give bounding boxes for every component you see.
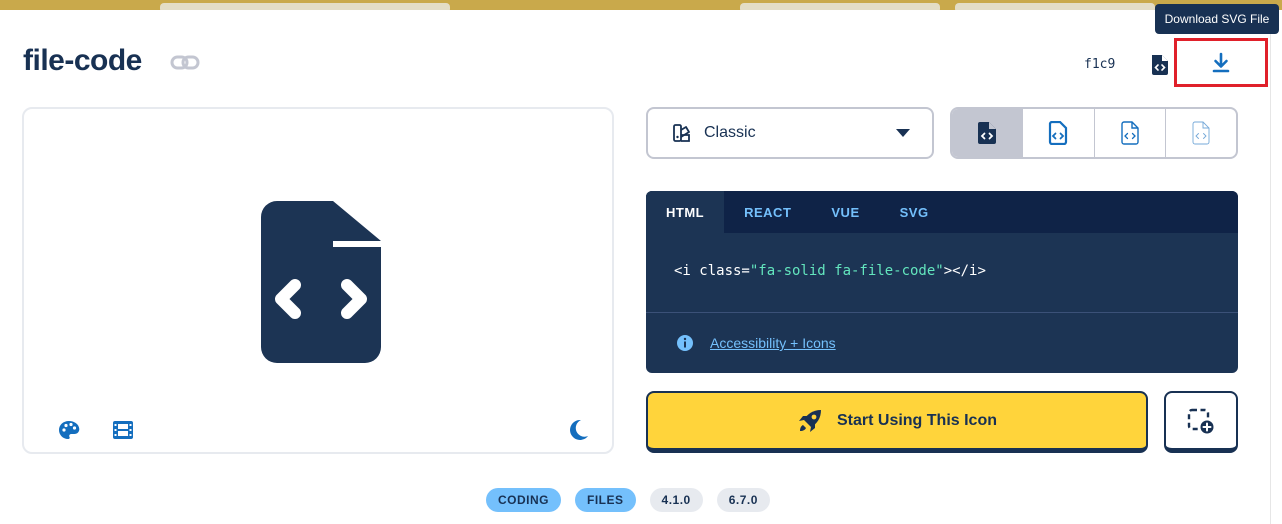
download-svg-button[interactable] <box>1174 38 1268 87</box>
copy-glyph-file-icon[interactable] <box>1150 53 1170 75</box>
style-select-value: Classic <box>704 124 756 141</box>
variant-thin[interactable] <box>1166 109 1236 157</box>
file-code-solid-icon <box>978 122 997 144</box>
code-tabs: HTML REACT VUE SVG <box>646 191 1238 233</box>
scrollbar[interactable] <box>1270 10 1282 524</box>
variant-light[interactable] <box>1095 109 1166 157</box>
info-circle-icon <box>677 335 693 351</box>
link-icon[interactable] <box>170 52 200 74</box>
swatchbook-icon <box>673 124 690 142</box>
square-dashed-plus-icon <box>1187 408 1214 433</box>
tab-react[interactable]: REACT <box>724 191 811 233</box>
add-to-kit-button[interactable] <box>1164 391 1238 453</box>
tab-svg[interactable]: SVG <box>880 191 949 233</box>
code-snippet-panel: HTML REACT VUE SVG <i class="fa-solid fa… <box>646 191 1238 373</box>
file-code-preview-icon <box>261 201 381 363</box>
palette-icon <box>59 421 80 439</box>
accessibility-link[interactable]: Accessibility + Icons <box>710 335 836 351</box>
tab-vue[interactable]: VUE <box>811 191 879 233</box>
icon-tags: CODING FILES 4.1.0 6.7.0 <box>486 488 770 512</box>
code-snippet[interactable]: <i class="fa-solid fa-file-code"></i> <box>646 233 1238 312</box>
file-code-light-icon <box>1120 121 1139 145</box>
code-panel-footer: Accessibility + Icons <box>646 312 1238 373</box>
tag-category[interactable]: CODING <box>486 488 561 512</box>
code-open-tag: <i class= <box>674 263 750 279</box>
variant-solid[interactable] <box>952 109 1024 157</box>
color-palette-button[interactable] <box>56 417 82 443</box>
download-tooltip: Download SVG File <box>1155 4 1279 34</box>
background-page-strip <box>0 0 1282 13</box>
dark-mode-toggle[interactable] <box>566 417 592 443</box>
moon-icon <box>570 419 588 440</box>
icon-title: file-code <box>23 44 142 77</box>
start-using-icon-button[interactable]: Start Using This Icon <box>646 391 1148 453</box>
animation-button[interactable] <box>110 417 136 443</box>
tag-version: 4.1.0 <box>649 488 703 512</box>
icon-preview-panel <box>22 107 614 454</box>
icon-variant-group <box>950 107 1238 159</box>
download-icon <box>1212 52 1230 72</box>
tag-version: 6.7.0 <box>716 488 770 512</box>
film-icon <box>113 421 133 439</box>
variant-regular[interactable] <box>1023 109 1095 157</box>
icon-unicode[interactable]: f1c9 <box>1084 57 1115 72</box>
tag-category[interactable]: FILES <box>575 488 636 512</box>
file-code-regular-icon <box>1049 121 1068 145</box>
code-class-value: "fa-solid fa-file-code" <box>749 263 944 279</box>
file-code-thin-icon <box>1192 121 1210 145</box>
icon-style-select[interactable]: Classic <box>646 107 934 159</box>
chevron-down-icon <box>896 129 910 137</box>
tab-html[interactable]: HTML <box>646 191 725 233</box>
code-close-tag: ></i> <box>943 263 986 279</box>
rocket-icon <box>798 409 821 432</box>
start-button-label: Start Using This Icon <box>836 411 997 429</box>
